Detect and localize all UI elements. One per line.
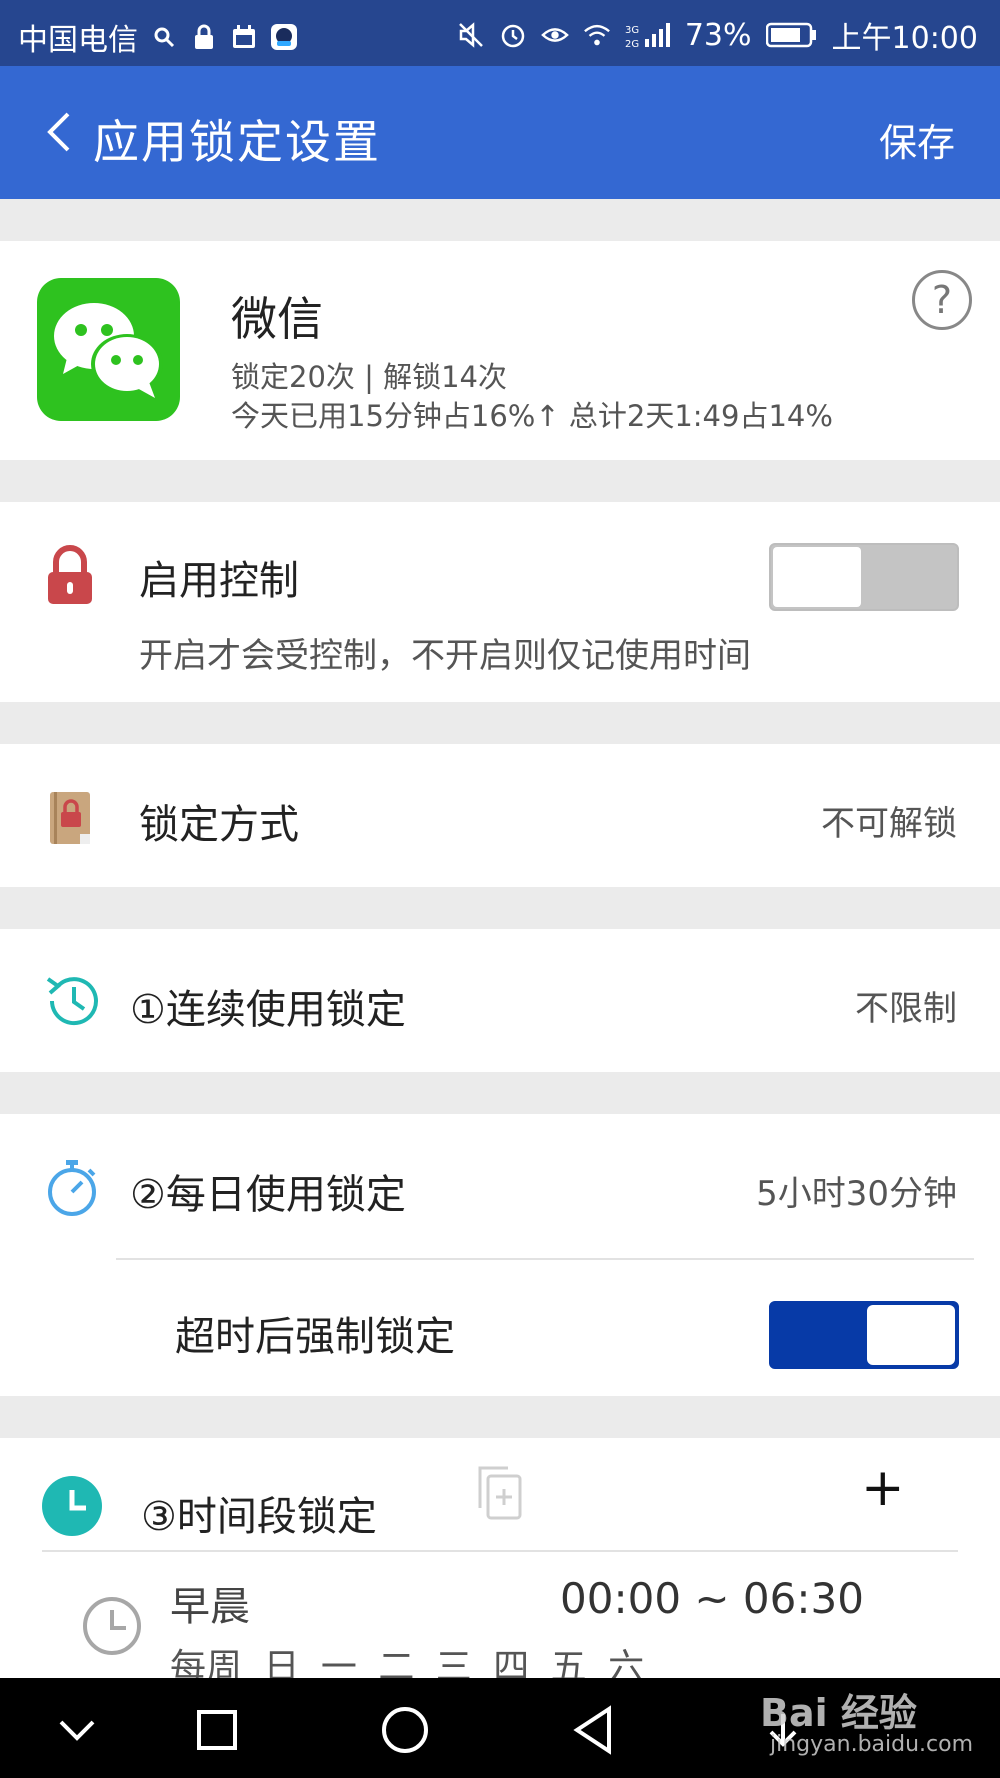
daily-lock-card: ②每日使用锁定 5小时30分钟 超时后强制锁定 <box>0 1114 1000 1396</box>
status-bar: 中国电信 3G 2G 73% 上午10:00 <box>0 0 1000 66</box>
eye-icon <box>540 21 569 49</box>
enable-control-card: 启用控制 开启才会受控制，不开启则仅记使用时间 <box>0 502 1000 702</box>
app-bar: 应用锁定设置 保存 <box>0 66 1000 199</box>
app-info-card: 微信 锁定20次 | 解锁14次 今天已用15分钟占16%↑ 总计2天1:49占… <box>0 241 1000 460</box>
divider <box>42 1550 958 1552</box>
qq-app-icon <box>270 23 298 51</box>
wechat-app-icon <box>37 278 180 421</box>
period-lock-label: ③时间段锁定 <box>141 1494 377 1540</box>
add-period-button[interactable]: + <box>861 1458 905 1518</box>
app-name: 微信 <box>231 292 323 346</box>
help-icon[interactable]: ? <box>912 270 972 330</box>
clock-icon <box>82 1596 142 1656</box>
period-entry-range: 00:00 ~ 06:30 <box>560 1574 864 1623</box>
carrier-label: 中国电信 <box>18 23 138 58</box>
calendar-icon <box>230 23 258 51</box>
circle-icon <box>382 1707 428 1753</box>
wifi-icon <box>583 21 611 49</box>
force-lock-toggle[interactable] <box>769 1301 959 1369</box>
lock-mode-value: 不可解锁 <box>821 804 957 844</box>
padlock-icon <box>42 544 98 604</box>
continuous-lock-row[interactable]: ①连续使用锁定 不限制 <box>0 929 1000 1072</box>
enable-control-label: 启用控制 <box>139 558 299 604</box>
lock-status-icon <box>190 23 218 51</box>
watermark-brand: Bai 经验 <box>760 1691 917 1735</box>
lock-mode-label: 锁定方式 <box>139 802 299 848</box>
recents-button[interactable] <box>190 1703 244 1757</box>
baidu-watermark: Bai 经验 jingyan.baidu.com <box>760 1682 973 1757</box>
copy-icon[interactable] <box>474 1464 526 1522</box>
lock-book-icon <box>42 788 98 848</box>
svg-text:3G: 3G <box>625 25 639 36</box>
home-button[interactable] <box>378 1703 432 1757</box>
svg-text:2G: 2G <box>625 39 639 49</box>
lock-mode-row[interactable]: 锁定方式 不可解锁 <box>0 744 1000 887</box>
daily-lock-value[interactable]: 5小时30分钟 <box>756 1166 957 1215</box>
battery-icon <box>765 21 818 49</box>
mute-icon <box>457 21 485 49</box>
page-title: 应用锁定设置 <box>93 115 381 169</box>
back-button[interactable] <box>30 104 86 160</box>
signal-icon: 3G 2G <box>625 21 671 49</box>
battery-percent: 73% <box>684 17 752 53</box>
square-icon <box>197 1710 237 1750</box>
force-lock-label: 超时后强制锁定 <box>175 1314 455 1360</box>
period-lock-card: ③时间段锁定 + 早晨 00:00 ~ 06:30 每周 日 一 二 三 四 五… <box>0 1438 1000 1688</box>
lock-count-stats: 锁定20次 | 解锁14次 <box>231 360 508 394</box>
divider <box>116 1258 974 1260</box>
chevron-down-icon <box>59 1720 95 1741</box>
daily-lock-label[interactable]: ②每日使用锁定 <box>130 1162 406 1220</box>
triangle-back-icon <box>573 1705 611 1755</box>
enable-control-toggle[interactable] <box>769 543 959 611</box>
search-icon <box>150 23 178 51</box>
alarm-icon <box>499 21 527 49</box>
clock-time: 上午10:00 <box>831 21 978 56</box>
back-nav-button[interactable] <box>566 1703 620 1757</box>
toggle-knob <box>867 1305 955 1365</box>
history-clock-icon <box>42 971 102 1031</box>
hide-nav-button[interactable] <box>50 1703 104 1757</box>
chevron-left-icon <box>47 112 70 152</box>
teal-clock-icon <box>42 1476 102 1536</box>
continuous-lock-label: ①连续使用锁定 <box>130 987 406 1033</box>
enable-control-description: 开启才会受控制，不开启则仅记使用时间 <box>139 636 751 676</box>
save-button[interactable]: 保存 <box>879 112 955 167</box>
period-entry-name: 早晨 <box>170 1584 250 1630</box>
continuous-lock-value: 不限制 <box>855 989 957 1029</box>
stopwatch-icon <box>42 1156 102 1216</box>
watermark-url: jingyan.baidu.com <box>770 1732 974 1757</box>
usage-stats: 今天已用15分钟占16%↑ 总计2天1:49占14% <box>231 399 833 433</box>
toggle-knob <box>773 547 861 607</box>
